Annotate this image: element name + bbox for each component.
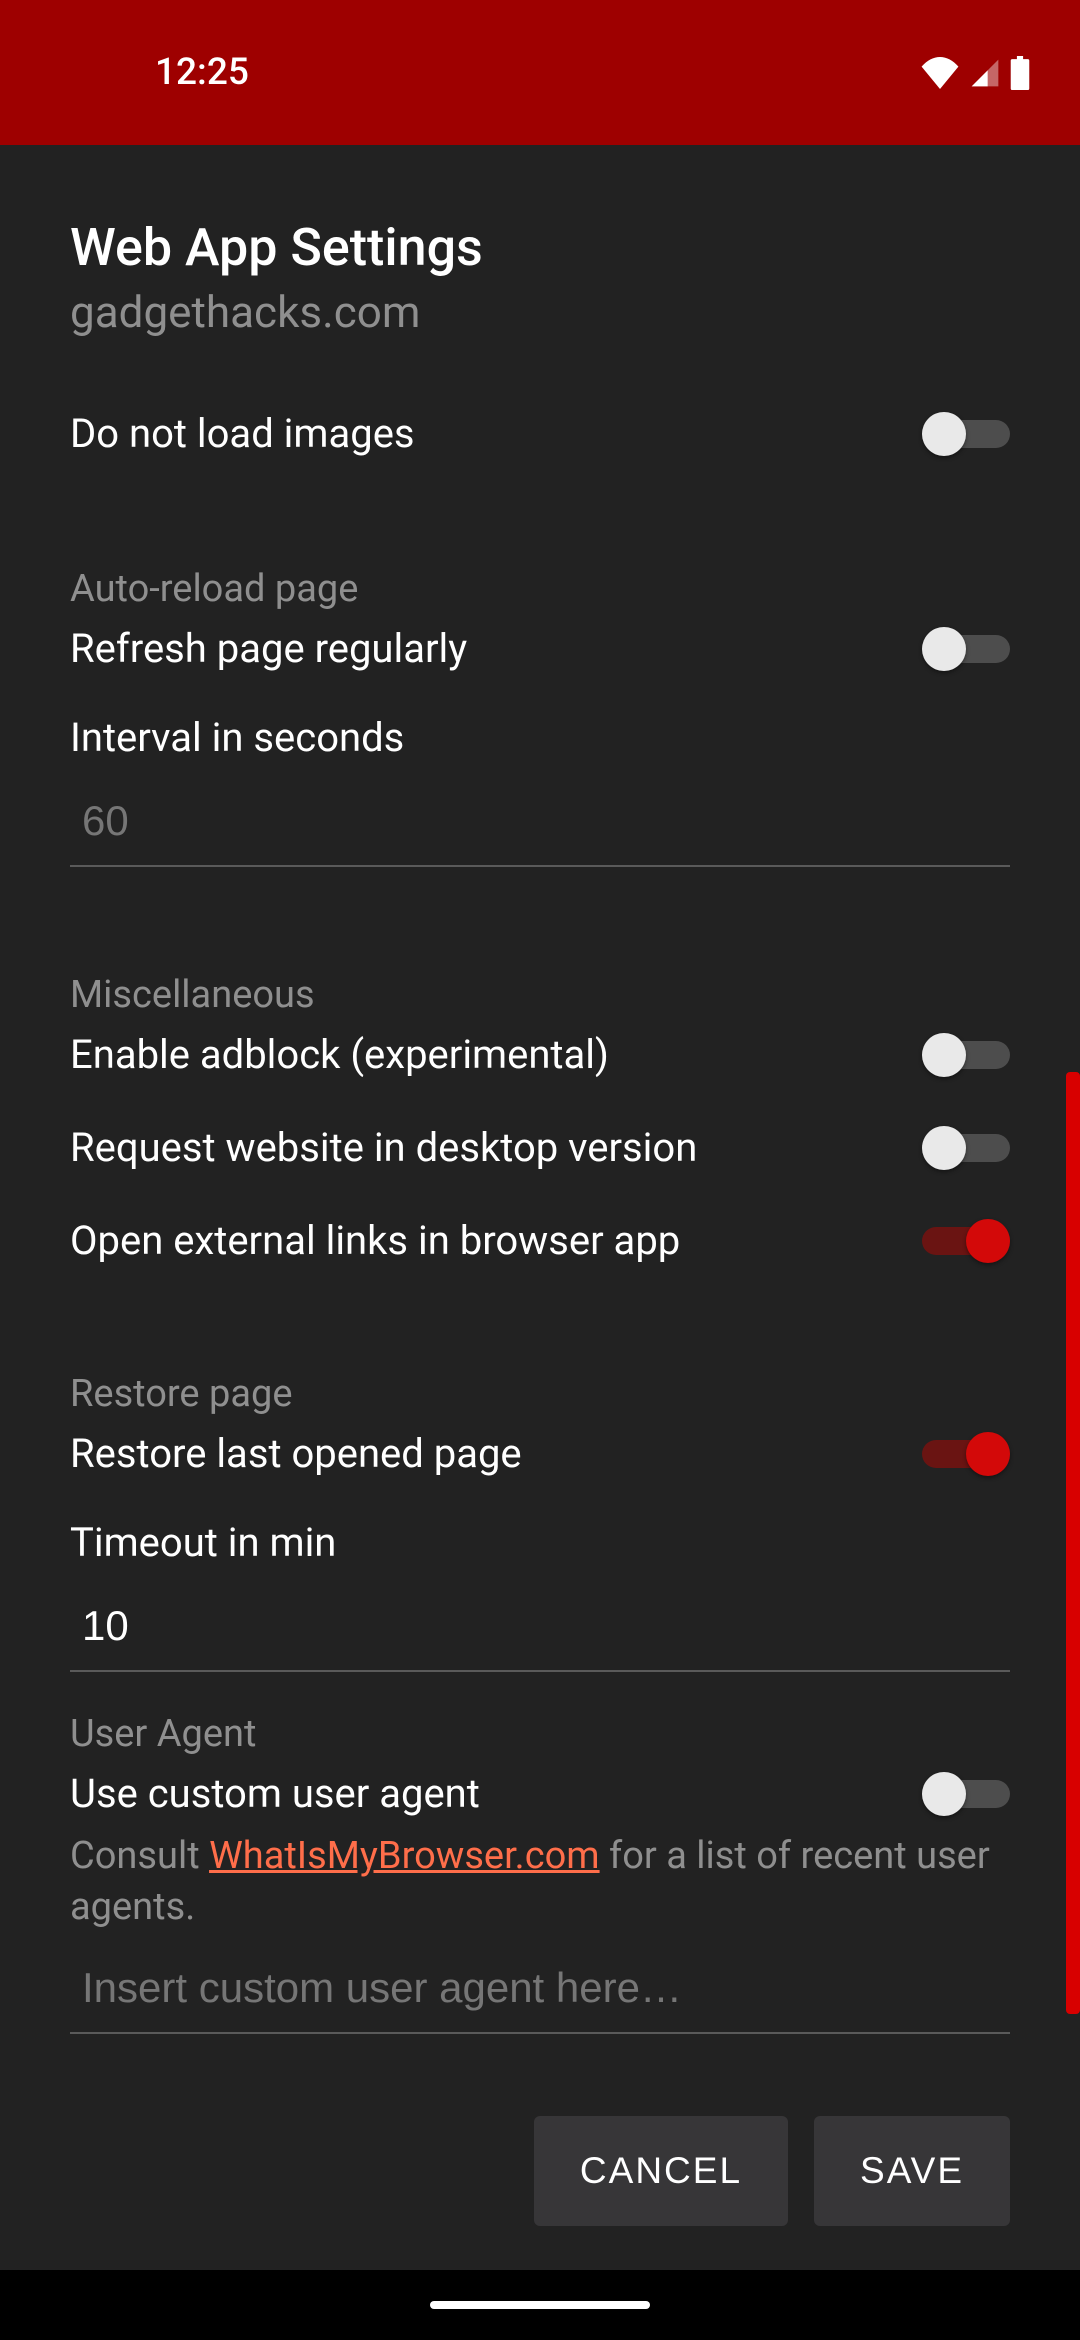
restore-heading: Restore page <box>70 1372 1010 1416</box>
adblock-toggle[interactable] <box>922 1033 1010 1077</box>
auto-reload-heading: Auto-reload page <box>70 567 1010 611</box>
wifi-icon <box>920 57 960 89</box>
interval-input[interactable] <box>70 791 1010 867</box>
page-subtitle: gadgethacks.com <box>70 278 1010 338</box>
row-adblock: Enable adblock (experimental) <box>70 1031 1010 1078</box>
ua-hint-prefix: Consult <box>70 1834 209 1878</box>
desktop-version-label: Request website in desktop version <box>70 1124 697 1171</box>
battery-icon <box>1010 56 1030 90</box>
custom-ua-toggle[interactable] <box>922 1772 1010 1816</box>
row-do-not-load-images: Do not load images <box>70 410 1010 457</box>
custom-ua-input[interactable] <box>70 1958 1010 2034</box>
status-time: 12:25 <box>155 51 249 94</box>
restore-last-toggle[interactable] <box>922 1432 1010 1476</box>
row-refresh-regularly: Refresh page regularly <box>70 625 1010 672</box>
button-bar: CANCEL SAVE <box>0 2116 1080 2226</box>
settings-content: Web App Settings gadgethacks.com Do not … <box>0 145 1080 2034</box>
timeout-label: Timeout in min <box>70 1519 1010 1566</box>
scroll-indicator[interactable] <box>1066 1072 1080 2014</box>
ua-hint-link[interactable]: WhatIsMyBrowser.com <box>209 1834 600 1878</box>
custom-ua-label: Use custom user agent <box>70 1770 480 1817</box>
desktop-version-toggle[interactable] <box>922 1126 1010 1170</box>
page-title: Web App Settings <box>70 145 1010 278</box>
row-desktop-version: Request website in desktop version <box>70 1124 1010 1171</box>
interval-label: Interval in seconds <box>70 714 1010 761</box>
do-not-load-images-toggle[interactable] <box>922 412 1010 456</box>
external-links-label: Open external links in browser app <box>70 1217 680 1264</box>
external-links-toggle[interactable] <box>922 1219 1010 1263</box>
misc-heading: Miscellaneous <box>70 973 1010 1017</box>
restore-last-label: Restore last opened page <box>70 1430 522 1477</box>
cancel-button[interactable]: CANCEL <box>534 2116 788 2226</box>
refresh-regularly-label: Refresh page regularly <box>70 625 467 672</box>
ua-hint: Consult WhatIsMyBrowser.com for a list o… <box>70 1831 1010 1934</box>
signal-icon <box>968 57 1002 89</box>
system-nav-bar <box>0 2270 1080 2340</box>
status-icons <box>920 56 1030 90</box>
row-custom-ua: Use custom user agent <box>70 1770 1010 1817</box>
save-button[interactable]: SAVE <box>814 2116 1010 2226</box>
refresh-regularly-toggle[interactable] <box>922 627 1010 671</box>
status-bar: 12:25 <box>0 0 1080 145</box>
nav-home-pill[interactable] <box>430 2301 650 2309</box>
row-external-links: Open external links in browser app <box>70 1217 1010 1264</box>
do-not-load-images-label: Do not load images <box>70 410 415 457</box>
user-agent-heading: User Agent <box>70 1712 1010 1756</box>
row-restore-last: Restore last opened page <box>70 1430 1010 1477</box>
timeout-input[interactable] <box>70 1596 1010 1672</box>
adblock-label: Enable adblock (experimental) <box>70 1031 609 1078</box>
